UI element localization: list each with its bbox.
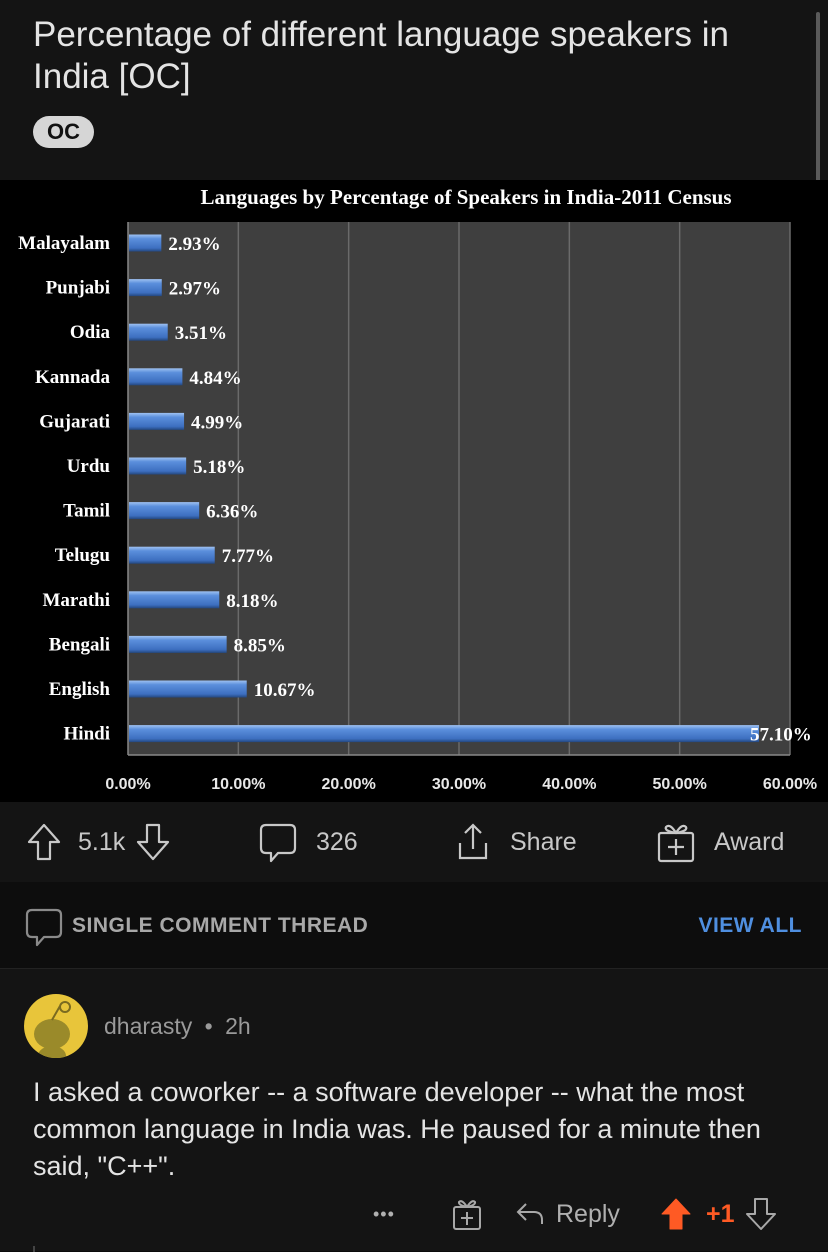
category-label: Odia — [70, 322, 111, 343]
data-label: 5.18% — [193, 457, 245, 478]
category-label: Hindi — [64, 724, 110, 745]
comment-meta: dharasty • 2h — [104, 1013, 251, 1040]
comment-vote-group: +1 — [660, 1189, 777, 1239]
thread-label: SINGLE COMMENT THREAD — [72, 914, 369, 937]
bar-odia — [129, 323, 168, 341]
comment-icon — [259, 823, 297, 863]
scrollbar[interactable] — [816, 12, 820, 208]
downvote-icon[interactable] — [135, 822, 171, 862]
downvote-icon[interactable] — [745, 1197, 777, 1231]
reply-arrow-icon — [516, 1203, 543, 1224]
x-tick-label: 60.00% — [763, 776, 817, 793]
data-label: 57.10% — [750, 725, 812, 746]
x-tick-label: 30.00% — [432, 776, 486, 793]
x-tick-label: 40.00% — [542, 776, 596, 793]
category-label: Kannada — [35, 367, 110, 388]
thread-line — [33, 1246, 35, 1252]
category-label: Malayalam — [18, 233, 110, 254]
share-icon — [458, 823, 488, 860]
data-label: 2.97% — [169, 279, 221, 300]
award-gift-icon — [657, 824, 695, 863]
data-label: 10.67% — [254, 680, 316, 701]
category-label: Telugu — [55, 545, 111, 566]
upvote-count: 5.1k — [78, 827, 126, 856]
view-all-link[interactable]: VIEW ALL — [698, 914, 802, 938]
post-action-bar: 5.1k 326 Share Award — [0, 802, 828, 882]
share-label: Share — [510, 827, 577, 856]
comment-actions: ••• Reply +1 — [0, 1189, 828, 1239]
data-label: 7.77% — [222, 546, 274, 567]
data-label: 3.51% — [175, 323, 227, 344]
category-label: Urdu — [67, 456, 111, 477]
bar-kannada — [129, 368, 183, 386]
thread-bar: SINGLE COMMENT THREAD VIEW ALL — [0, 882, 828, 969]
comment-count: 326 — [316, 827, 358, 856]
category-label: Marathi — [42, 590, 110, 611]
category-label: Gujarati — [39, 411, 110, 432]
data-label: 2.93% — [168, 234, 220, 255]
bar-gujarati — [129, 412, 185, 430]
bar-urdu — [129, 457, 187, 475]
award-gift-icon — [453, 1200, 481, 1230]
category-label: Bengali — [49, 634, 110, 655]
x-tick-label: 0.00% — [105, 776, 150, 793]
comment-score: +1 — [706, 1199, 735, 1228]
post-header: Percentage of different language speaker… — [0, 0, 828, 208]
reply-button[interactable]: Reply — [514, 1189, 620, 1239]
bar-chart: Languages by Percentage of Speakers in I… — [18, 185, 817, 793]
award-label: Award — [714, 827, 785, 856]
chart-title: Languages by Percentage of Speakers in I… — [200, 185, 731, 209]
bar-telugu — [129, 546, 215, 564]
comment-award-button[interactable] — [451, 1189, 483, 1239]
avatar[interactable] — [24, 994, 88, 1058]
category-label: English — [49, 679, 111, 700]
more-options-button[interactable]: ••• — [373, 1189, 395, 1239]
data-label: 8.85% — [234, 635, 286, 656]
comment: dharasty • 2h I asked a coworker -- a so… — [0, 969, 828, 1251]
comment-author[interactable]: dharasty — [104, 1013, 192, 1039]
category-label: Punjabi — [46, 278, 110, 299]
post-flair[interactable]: OC — [33, 116, 94, 148]
data-label: 4.84% — [189, 368, 241, 389]
bar-punjabi — [129, 279, 162, 297]
upvote-filled-icon[interactable] — [660, 1197, 692, 1231]
comments-button[interactable]: 326 — [258, 802, 358, 882]
bar-malayalam — [129, 234, 162, 252]
data-label: 4.99% — [191, 412, 243, 433]
award-button[interactable]: Award — [656, 802, 784, 882]
share-button[interactable]: Share — [452, 802, 577, 882]
x-tick-label: 20.00% — [322, 776, 376, 793]
reply-label: Reply — [556, 1199, 620, 1228]
chart-image[interactable]: Languages by Percentage of Speakers in I… — [0, 180, 828, 802]
vote-group: 5.1k — [26, 802, 171, 882]
comment-age: 2h — [225, 1013, 251, 1039]
data-label: 8.18% — [226, 591, 278, 612]
bar-hindi — [129, 725, 760, 743]
x-tick-label: 50.00% — [653, 776, 707, 793]
meta-separator: • — [204, 1013, 213, 1039]
bar-tamil — [129, 502, 200, 520]
snoo-avatar-icon — [34, 1001, 71, 1058]
upvote-icon[interactable] — [26, 822, 62, 862]
data-label: 6.36% — [206, 502, 258, 523]
bar-english — [129, 680, 247, 698]
category-label: Tamil — [63, 501, 110, 522]
comment-body: I asked a coworker -- a software develop… — [33, 1077, 761, 1181]
post-title: Percentage of different language speaker… — [33, 15, 729, 96]
comment-thread-icon — [25, 908, 63, 947]
x-tick-label: 10.00% — [211, 776, 265, 793]
bar-bengali — [129, 635, 227, 653]
bar-marathi — [129, 591, 220, 609]
